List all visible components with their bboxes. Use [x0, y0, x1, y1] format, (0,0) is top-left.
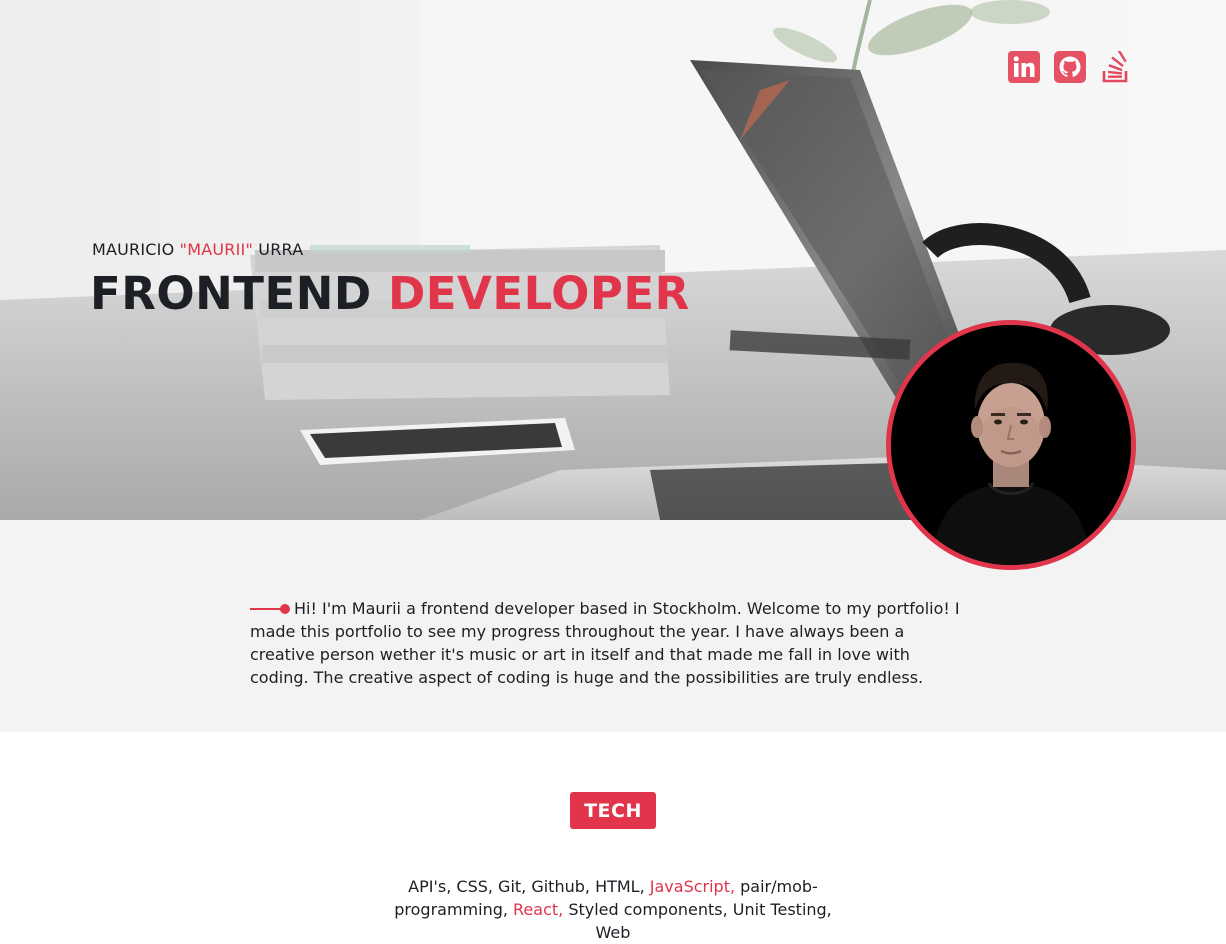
tech-items-1: API's, CSS, Git, Github, HTML, — [408, 877, 650, 896]
profile-avatar — [886, 320, 1136, 570]
about-text: Hi! I'm Maurii a frontend developer base… — [250, 599, 960, 687]
name-last: URRA — [253, 240, 304, 259]
stackoverflow-icon — [1102, 51, 1128, 83]
tech-section: TECH API's, CSS, Git, Github, HTML, Java… — [0, 732, 1226, 942]
tech-list: API's, CSS, Git, Github, HTML, JavaScrip… — [376, 875, 850, 944]
about-line-dot-marker — [250, 603, 290, 614]
stackoverflow-link[interactable] — [1100, 51, 1132, 83]
social-links — [1008, 51, 1132, 83]
linkedin-icon — [1008, 51, 1040, 83]
tech-items-3: Styled components, Unit Testing, Web — [563, 900, 832, 942]
profile-photo — [891, 325, 1131, 565]
hero-text: MAURICIO "MAURII" URRA FRONTEND DEVELOPE… — [90, 240, 690, 320]
linkedin-link[interactable] — [1008, 51, 1040, 83]
tech-heading: TECH — [570, 792, 656, 829]
tech-highlight-javascript: JavaScript, — [649, 877, 736, 896]
about-paragraph: Hi! I'm Maurii a frontend developer base… — [250, 597, 960, 689]
title-accent: DEVELOPER — [387, 267, 690, 320]
name-first: MAURICIO — [92, 240, 180, 259]
github-link[interactable] — [1054, 51, 1086, 83]
github-icon — [1054, 51, 1086, 83]
title-main: FRONTEND — [90, 267, 388, 320]
name-nickname: "MAURII" — [179, 240, 254, 259]
hero-name: MAURICIO "MAURII" URRA — [92, 240, 690, 259]
tech-highlight-react: React, — [513, 900, 564, 919]
hero-title: FRONTEND DEVELOPER — [90, 267, 690, 320]
